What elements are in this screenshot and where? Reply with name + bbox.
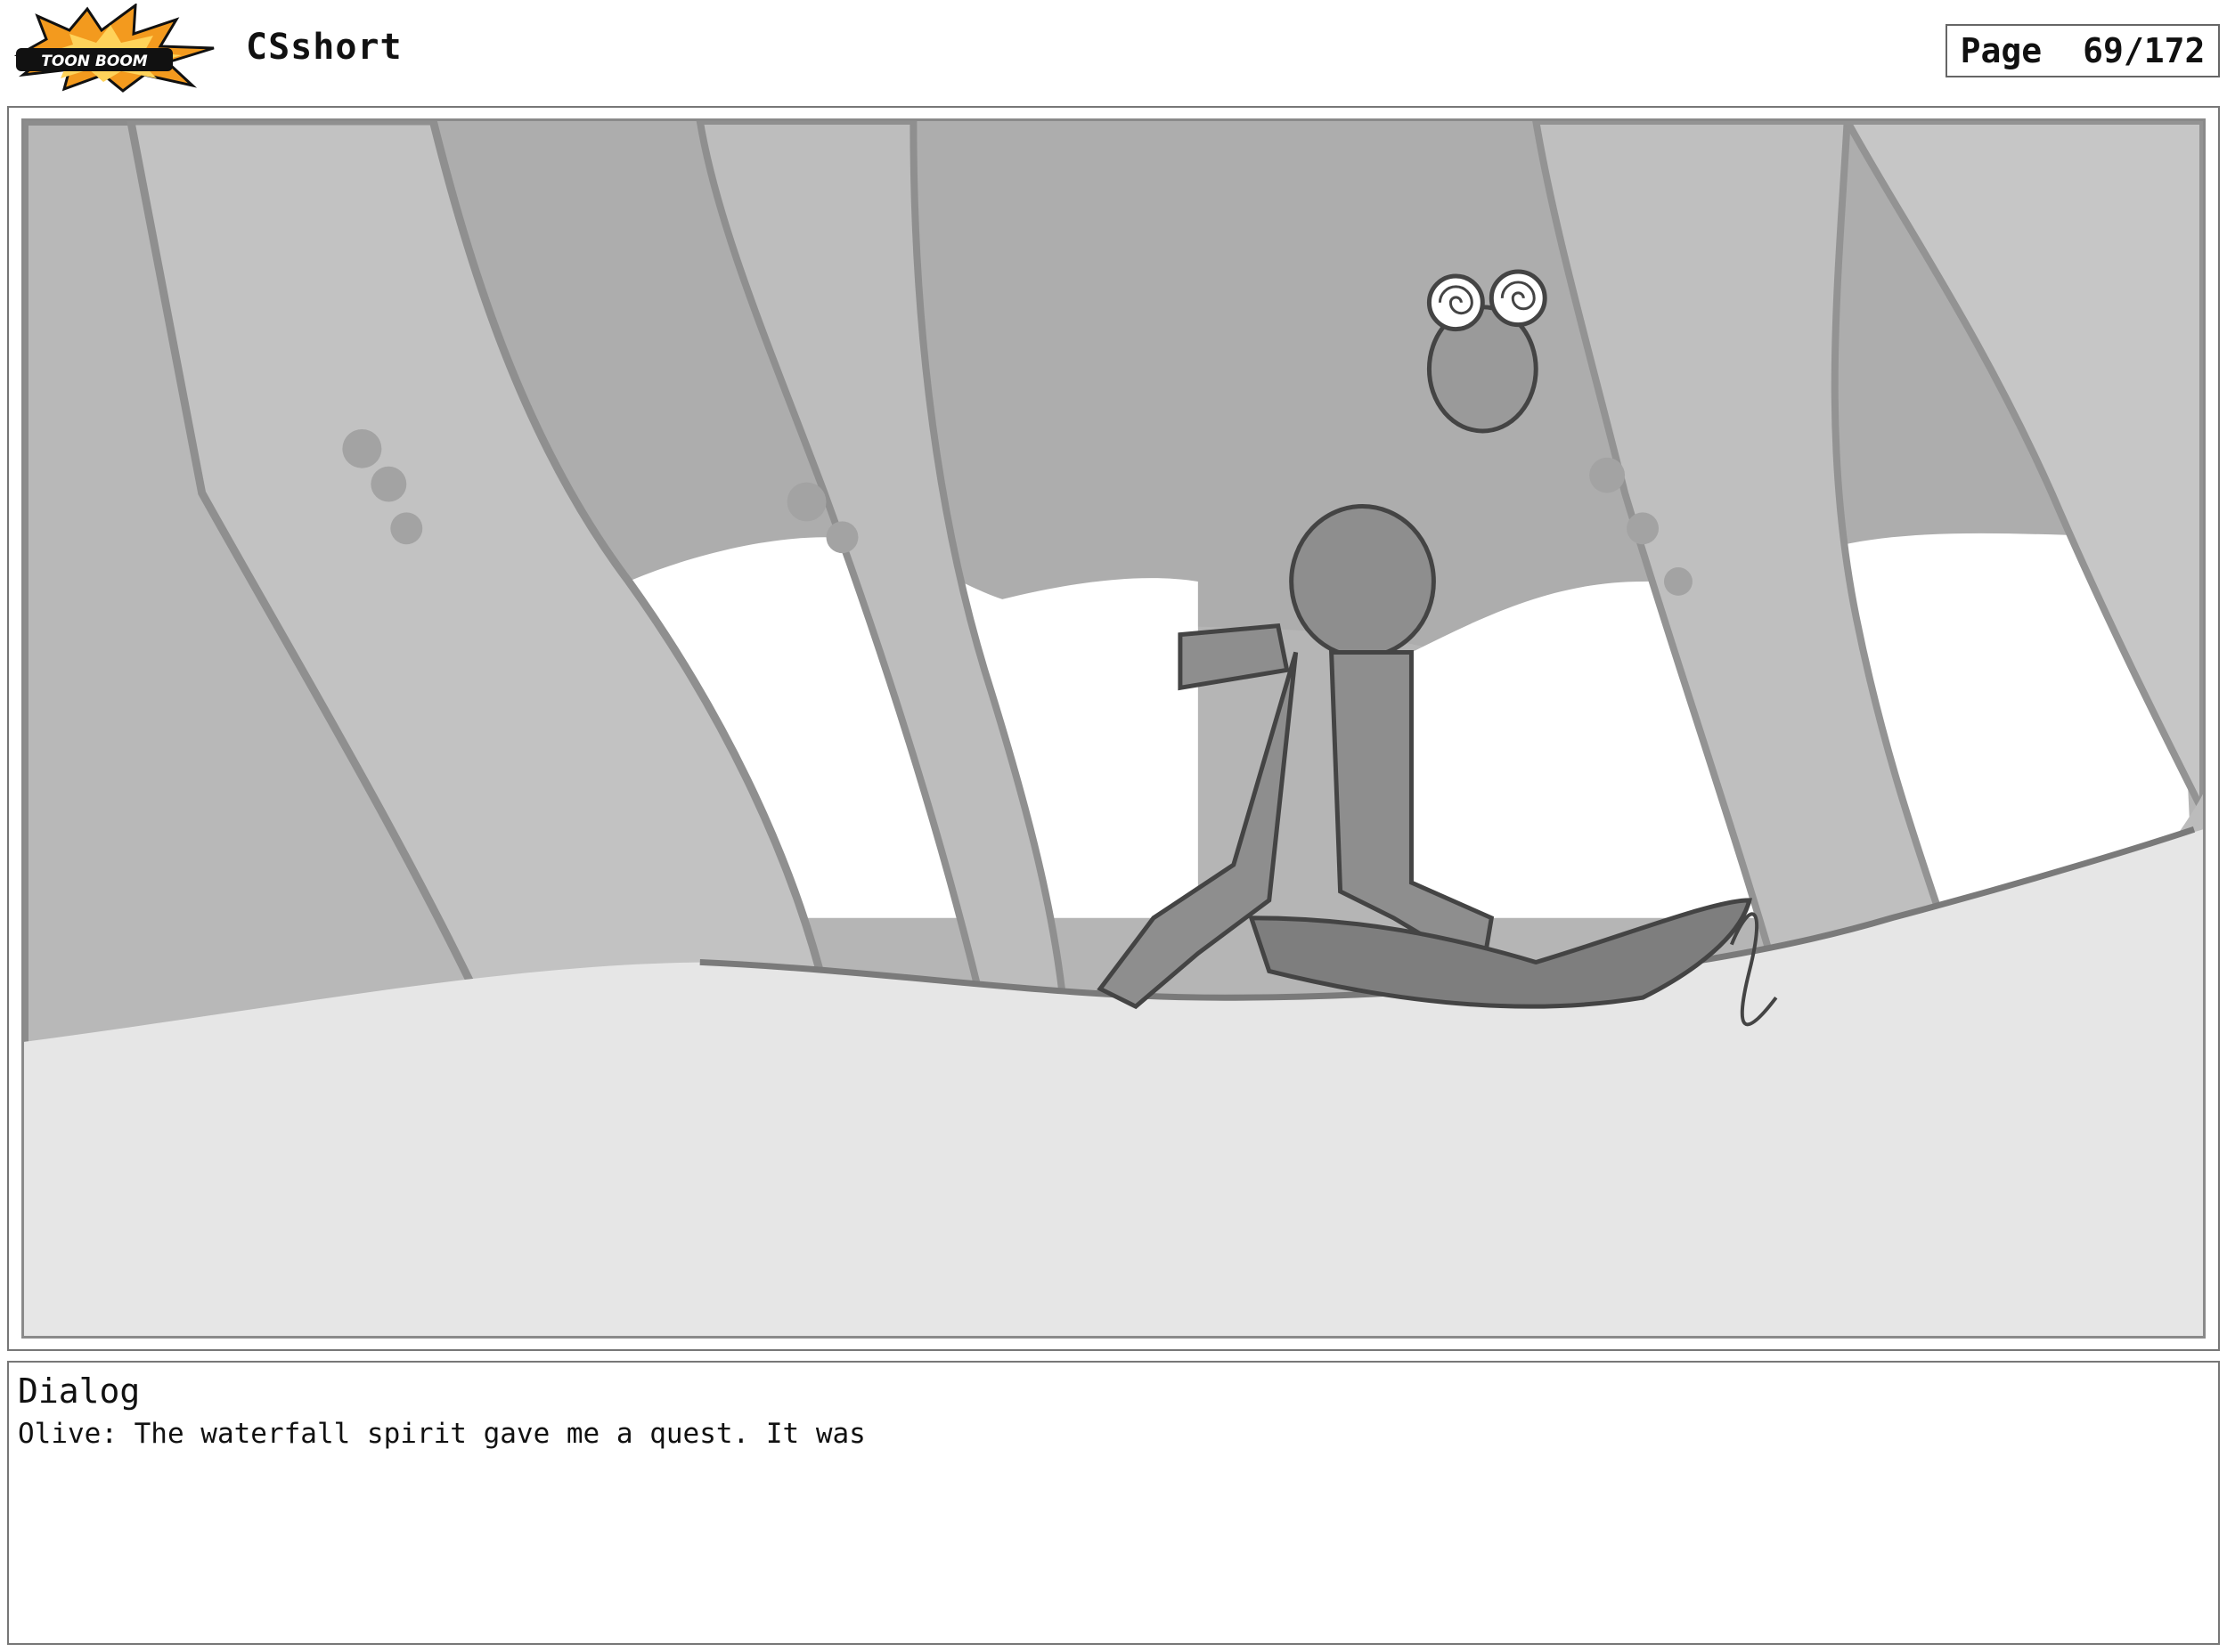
dialog-heading: Dialog: [18, 1371, 141, 1411]
logo-text: TOON BOOM: [41, 53, 148, 70]
storyboard-sketch: [24, 121, 2203, 1336]
page-number: 69/172: [2083, 31, 2206, 70]
toon-boom-logo: TOON BOOM: [13, 4, 215, 93]
page-indicator: Page 69/172: [1946, 24, 2220, 77]
storyboard-panel: [7, 106, 2220, 1351]
page-label: Page: [1960, 31, 2043, 70]
dialog-box: Dialog Olive: The waterfall spirit gave …: [7, 1361, 2220, 1645]
project-title: CSshort: [246, 27, 403, 68]
storyboard-image: [21, 118, 2206, 1339]
dialog-text: Olive: The waterfall spirit gave me a qu…: [18, 1417, 866, 1450]
